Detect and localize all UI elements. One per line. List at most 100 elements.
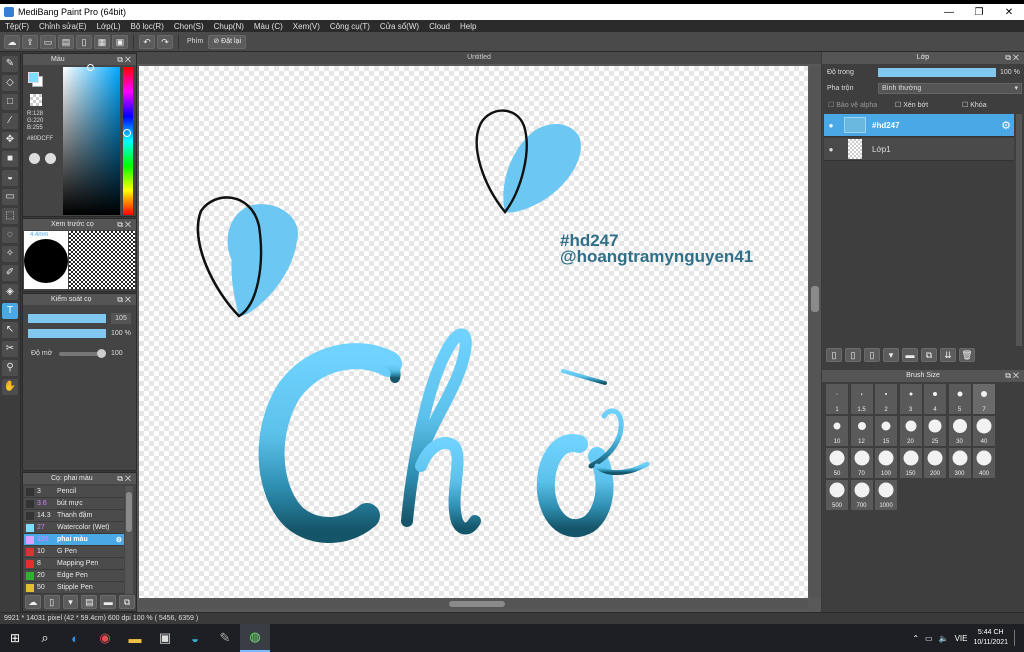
text-tool-icon[interactable]: T	[2, 303, 18, 319]
brush-list-item[interactable]: 3 Pencil	[24, 486, 124, 498]
brush-list-item[interactable]: 3.6 bút mực	[24, 498, 124, 510]
reset-button[interactable]: ⊘ Đặt lại	[208, 34, 246, 49]
transparent-swatch[interactable]	[30, 94, 42, 106]
brush-size-cell[interactable]: 70	[850, 448, 873, 478]
add-brush-icon[interactable]: ▾	[62, 595, 79, 609]
brush-size-cell[interactable]: 25	[924, 416, 946, 446]
color-history-icon[interactable]	[45, 153, 56, 164]
canvas-vertical-scrollbar[interactable]	[809, 66, 821, 598]
gradient-tool-icon[interactable]: ▭	[2, 189, 18, 205]
menu-tools[interactable]: Công cụ(T)	[325, 22, 375, 31]
brush-folder-icon[interactable]: ▬	[100, 595, 117, 609]
layer-opacity-slider[interactable]	[878, 68, 996, 77]
undo-icon[interactable]: ↶	[139, 34, 155, 49]
brush-size-cell[interactable]: 40	[973, 416, 995, 446]
language-indicator[interactable]: VIE	[955, 634, 968, 643]
saturation-value-picker[interactable]	[63, 67, 120, 215]
brush-list-item[interactable]: 20 Edge Pen	[24, 570, 124, 582]
brush-size-cell[interactable]: 10	[826, 416, 848, 446]
move-tool-icon[interactable]: ✥	[2, 132, 18, 148]
gear-icon[interactable]: ⚙	[1001, 119, 1011, 132]
brush-size-cell[interactable]: 7	[973, 384, 995, 414]
brush-size-cell[interactable]: 12	[850, 416, 873, 446]
new-8bit-layer-icon[interactable]: ▯	[864, 348, 880, 362]
blend-mode-select[interactable]: Bình thường ▾	[878, 83, 1022, 94]
chevron-up-icon[interactable]: ⌃	[912, 634, 919, 643]
page-icon[interactable]: ▯	[76, 34, 92, 49]
brush-list-item[interactable]: 105 phai màu ⚙	[24, 534, 124, 546]
brush-size-cell[interactable]: 1	[826, 384, 848, 414]
edge-new-icon[interactable]: ◒	[180, 624, 210, 652]
rect-tool-icon[interactable]: □	[2, 94, 18, 110]
layer-folder-icon[interactable]: ▬	[902, 348, 918, 362]
menu-window[interactable]: Cửa sổ(W)	[375, 22, 424, 31]
menu-edit[interactable]: Chỉnh sửa(E)	[34, 22, 92, 31]
brush-size-cell[interactable]: 100	[875, 448, 897, 478]
clip-checkbox[interactable]: ☐ Xén bớt	[895, 101, 928, 109]
add-layer-menu-icon[interactable]: ▾	[883, 348, 899, 362]
brush-size-cell[interactable]: 500	[826, 480, 848, 510]
brush-size-cell[interactable]: 3	[899, 384, 922, 414]
layer-row-hd247[interactable]: ● #hd247 ⚙	[824, 114, 1014, 137]
blur-slider[interactable]	[59, 349, 106, 358]
select-tool-icon[interactable]: ⬚	[2, 208, 18, 224]
brush-opacity-slider[interactable]	[28, 329, 106, 338]
merge-layer-icon[interactable]: ⇊	[940, 348, 956, 362]
store-icon[interactable]: ▣	[150, 624, 180, 652]
menu-cloud[interactable]: Cloud	[424, 22, 455, 31]
new-brush-icon[interactable]: ▯	[43, 595, 60, 609]
foreground-swatch[interactable]	[28, 72, 39, 83]
brush-settings-icon[interactable]: ▤	[81, 595, 98, 609]
dot-tool-icon[interactable]: ⁄	[2, 113, 18, 129]
minimize-button[interactable]: —	[934, 7, 964, 18]
brush-size-cell[interactable]: 1000	[875, 480, 897, 510]
menu-snap[interactable]: Chụp(N)	[209, 22, 249, 31]
brush-size-cell[interactable]: 30	[948, 416, 971, 446]
document-tab[interactable]: Untitled	[137, 52, 821, 64]
drawing-canvas[interactable]: #hd247 @hoangtramynguyen41	[139, 66, 808, 598]
canvas-horizontal-scrollbar[interactable]	[139, 599, 808, 609]
save-icon[interactable]: ▭	[40, 34, 56, 49]
upload-icon[interactable]: ⇪	[22, 34, 38, 49]
brush-size-cell[interactable]: 20	[899, 416, 922, 446]
medibang-taskbar-icon[interactable]: ◍	[240, 624, 270, 652]
menu-file[interactable]: Tệp(F)	[0, 22, 34, 31]
menu-help[interactable]: Help	[455, 22, 481, 31]
new-layer-icon[interactable]: ▯	[826, 348, 842, 362]
brush-size-cell[interactable]: 200	[924, 448, 946, 478]
brush-list-item[interactable]: 27 Watercolor (Wet)	[24, 522, 124, 534]
eyedropper-tool-icon[interactable]: ⚲	[2, 360, 18, 376]
notification-icon[interactable]	[1014, 630, 1020, 646]
brush-size-value[interactable]: 105	[111, 313, 131, 324]
protect-alpha-checkbox[interactable]: ☐ Bảo vệ alpha	[828, 101, 877, 109]
fill-rect-tool-icon[interactable]: ■	[2, 151, 18, 167]
brush-size-cell[interactable]: 700	[850, 480, 873, 510]
duplicate-layer-icon[interactable]: ⧉	[921, 348, 937, 362]
magic-wand-icon[interactable]: ✧	[2, 246, 18, 262]
operation-tool-icon[interactable]: ↖	[2, 322, 18, 338]
menu-layer[interactable]: Lớp(L)	[92, 22, 126, 31]
clock[interactable]: 5:44 CH 10/11/2021	[973, 628, 1008, 648]
menu-view[interactable]: Xem(V)	[288, 22, 325, 31]
visibility-icon[interactable]: ●	[824, 145, 838, 154]
brush-tool-icon[interactable]: ✎	[2, 56, 18, 72]
select-eraser-icon[interactable]: ◈	[2, 284, 18, 300]
file-explorer-icon[interactable]: ▬	[120, 624, 150, 652]
menu-select[interactable]: Chọn(S)	[169, 22, 209, 31]
eraser-tool-icon[interactable]: ◇	[2, 75, 18, 91]
brush-size-cell[interactable]: 150	[899, 448, 922, 478]
maximize-button[interactable]: ❐	[964, 7, 994, 18]
delete-layer-icon[interactable]: 🗑	[959, 348, 975, 362]
search-icon[interactable]: ⌕	[30, 624, 60, 652]
brush-size-cell[interactable]: 15	[875, 416, 897, 446]
brush-list-item[interactable]: 8 Mapping Pen	[24, 558, 124, 570]
palette-icon[interactable]	[29, 153, 40, 164]
network-icon[interactable]: ▭	[925, 634, 933, 643]
brush-size-slider[interactable]	[28, 314, 106, 323]
redo-icon[interactable]: ↷	[157, 34, 173, 49]
bucket-tool-icon[interactable]: ◒	[2, 170, 18, 186]
menu-filter[interactable]: Bộ lọc(R)	[126, 22, 169, 31]
brush-size-cell[interactable]: 5	[948, 384, 971, 414]
volume-icon[interactable]: 🔈	[939, 634, 949, 643]
brush-list-item[interactable]: 50 Stipple Pen	[24, 582, 124, 594]
